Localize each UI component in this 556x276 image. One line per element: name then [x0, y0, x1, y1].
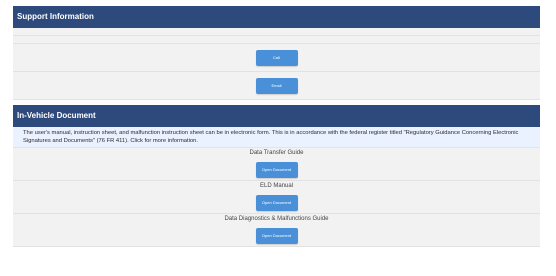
eld-manual-row: Open Document: [13, 192, 540, 214]
in-vehicle-document-header: In-Vehicle Document: [13, 105, 540, 127]
support-row-blank-1: [13, 28, 540, 36]
email-button[interactable]: Email: [255, 77, 298, 94]
call-button[interactable]: Call: [255, 49, 298, 66]
call-row: Call: [13, 44, 540, 72]
email-row: Email: [13, 72, 540, 100]
data-transfer-guide-title: Data Transfer Guide: [13, 148, 540, 159]
data-diagnostics-guide-row: Open Document: [13, 225, 540, 247]
settings-page: Support Information Call Email In-Vehicl…: [13, 6, 540, 247]
data-transfer-guide-row: Open Document: [13, 159, 540, 181]
open-data-transfer-guide-button[interactable]: Open Document: [255, 161, 298, 178]
eld-manual-title: ELD Manual: [13, 181, 540, 192]
open-eld-manual-button[interactable]: Open Document: [255, 194, 298, 211]
support-information-header: Support Information: [13, 6, 540, 28]
electronic-document-notice[interactable]: The user's manual, instruction sheet, an…: [13, 127, 540, 148]
open-data-diagnostics-guide-button[interactable]: Open Document: [255, 227, 298, 244]
support-row-blank-2: [13, 36, 540, 44]
data-diagnostics-guide-title: Data Diagnostics & Malfunctions Guide: [13, 214, 540, 225]
